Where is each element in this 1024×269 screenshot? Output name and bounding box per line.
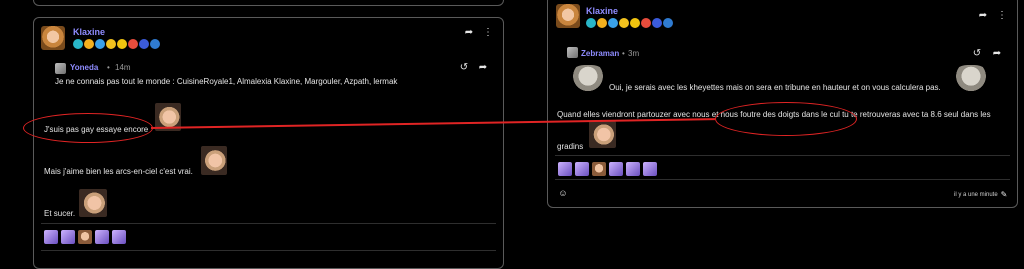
post-timestamp: il y a une minute [954,192,998,198]
reactions-row[interactable] [44,230,126,244]
reactions-row[interactable] [558,162,657,176]
reaction-sticker[interactable] [61,230,75,244]
reply-text-line-3: gradins [557,142,584,151]
reply-separator: • [107,63,110,72]
reply-text-line-1: Oui, je serais avec les kheyettes mais o… [609,83,941,92]
cat-sticker-image [953,65,989,93]
history-icon[interactable]: ↺ [458,63,470,73]
post-line-2: Mais j'aime bien les arcs-en-ciel c'est … [44,167,193,176]
share-arrow-icon[interactable]: ➦ [463,28,475,38]
reply-avatar[interactable] [567,47,578,58]
previous-card-bottom [33,0,504,6]
divider [41,250,496,251]
badge-icon [641,18,651,28]
reaction-sticker[interactable] [626,162,640,176]
reply-time: 3m [628,49,640,58]
left-post-card: Klaxine ➦ ⋮ Yoneda • 14m ↺ ➦ Je ne conna… [33,17,504,269]
reply-separator: • [622,49,625,58]
reaction-sticker[interactable] [575,162,589,176]
share-arrow-icon[interactable]: ➦ [977,11,989,21]
reaction-sticker[interactable] [558,162,572,176]
badge-icon [608,18,618,28]
post-line-3: Et sucer. [44,209,76,218]
annotation-circle-right [715,102,857,136]
badge-icon [150,39,160,49]
divider [555,155,1010,156]
badge-icon [586,18,596,28]
reply-avatar[interactable] [55,63,66,74]
badge-icon [652,18,662,28]
divider [41,223,496,224]
reaction-sticker[interactable] [643,162,657,176]
badge-icon [117,39,127,49]
reaction-sticker[interactable] [78,230,92,244]
badge-icon [106,39,116,49]
reaction-sticker[interactable] [112,230,126,244]
badge-icon [597,18,607,28]
pencil-icon[interactable]: ✎ [999,190,1009,200]
badge-icon [95,39,105,49]
share-arrow-icon[interactable]: ➦ [991,49,1003,59]
annotation-circle-left [23,113,153,143]
reply-author-name[interactable]: Zebraman [581,49,619,58]
author-badges [73,39,160,49]
divider [555,179,1010,180]
reaction-sticker[interactable] [95,230,109,244]
sticker-image [201,146,227,175]
emoji-add-icon[interactable]: ☺ [557,188,569,198]
badge-icon [139,39,149,49]
sticker-image [79,189,107,217]
more-vertical-icon[interactable]: ⋮ [483,28,493,38]
history-icon[interactable]: ↺ [971,49,983,59]
more-vertical-icon[interactable]: ⋮ [997,11,1007,21]
badge-icon [84,39,94,49]
reaction-sticker[interactable] [592,162,606,176]
badge-icon [663,18,673,28]
badge-icon [630,18,640,28]
author-name[interactable]: Klaxine [586,6,618,16]
author-avatar[interactable] [556,4,580,28]
author-name[interactable]: Klaxine [73,27,105,37]
author-avatar[interactable] [41,26,65,50]
badge-icon [73,39,83,49]
cat-sticker-image [570,65,606,93]
badge-icon [619,18,629,28]
sticker-image [589,121,616,148]
author-badges [586,18,673,28]
reply-text: Je ne connais pas tout le monde : Cuisin… [55,77,398,86]
reply-author-name[interactable]: Yoneda [70,63,98,72]
badge-icon [128,39,138,49]
reply-time: 14m [115,63,131,72]
reaction-sticker[interactable] [609,162,623,176]
share-arrow-icon[interactable]: ➦ [477,63,489,73]
reaction-sticker[interactable] [44,230,58,244]
